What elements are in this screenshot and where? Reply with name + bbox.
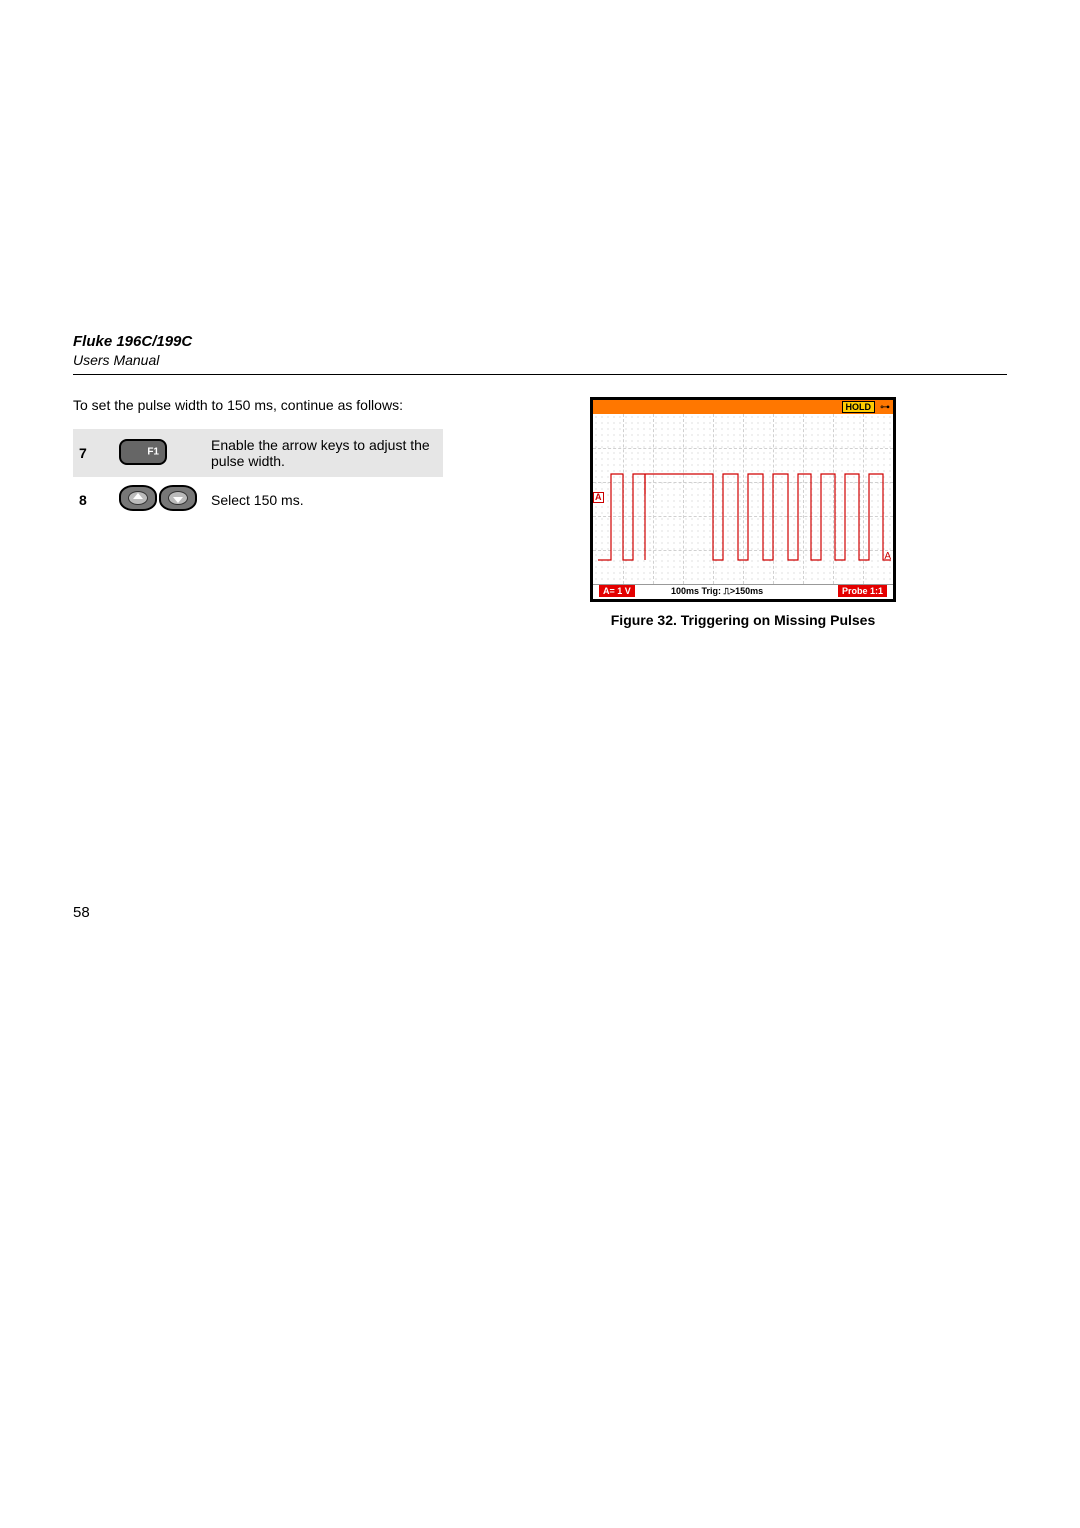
waveform	[593, 414, 893, 584]
step-row: 7 Enable the arrow keys to adjust the pu…	[73, 429, 443, 477]
header-product: Fluke 196C/199C	[73, 333, 1007, 350]
arrow-up-icon	[119, 485, 157, 511]
status-probe: Probe 1:1	[838, 585, 887, 597]
step-row: 8 Select 150 ms.	[73, 477, 443, 522]
step-description: Select 150 ms.	[205, 477, 443, 522]
arrow-keys-icon	[119, 485, 197, 511]
scope-top-bar: HOLD ⊶	[593, 400, 893, 414]
hold-badge: HOLD	[842, 401, 876, 413]
status-timebase-trigger: 100ms Trig: ⎍>150ms	[671, 586, 763, 597]
step-description: Enable the arrow keys to adjust the puls…	[205, 429, 443, 477]
header-subtitle: Users Manual	[73, 352, 1007, 368]
step-number: 8	[73, 477, 113, 522]
connector-icon: ⊶	[880, 402, 890, 413]
scope-screenshot: HOLD ⊶ A	[590, 397, 896, 602]
scope-graticule: A A	[593, 414, 893, 584]
page-number: 58	[73, 904, 90, 921]
status-channel-a: A= 1 V	[599, 585, 635, 597]
f1-key-icon	[119, 439, 167, 465]
scope-status-bar: A= 1 V 100ms Trig: ⎍>150ms Probe 1:1	[593, 584, 893, 599]
figure-caption: Figure 32. Triggering on Missing Pulses	[503, 612, 983, 628]
steps-table: 7 Enable the arrow keys to adjust the pu…	[73, 429, 443, 522]
header-rule	[73, 374, 1007, 375]
step-number: 7	[73, 429, 113, 477]
intro-text: To set the pulse width to 150 ms, contin…	[73, 397, 443, 413]
arrow-down-icon	[159, 485, 197, 511]
